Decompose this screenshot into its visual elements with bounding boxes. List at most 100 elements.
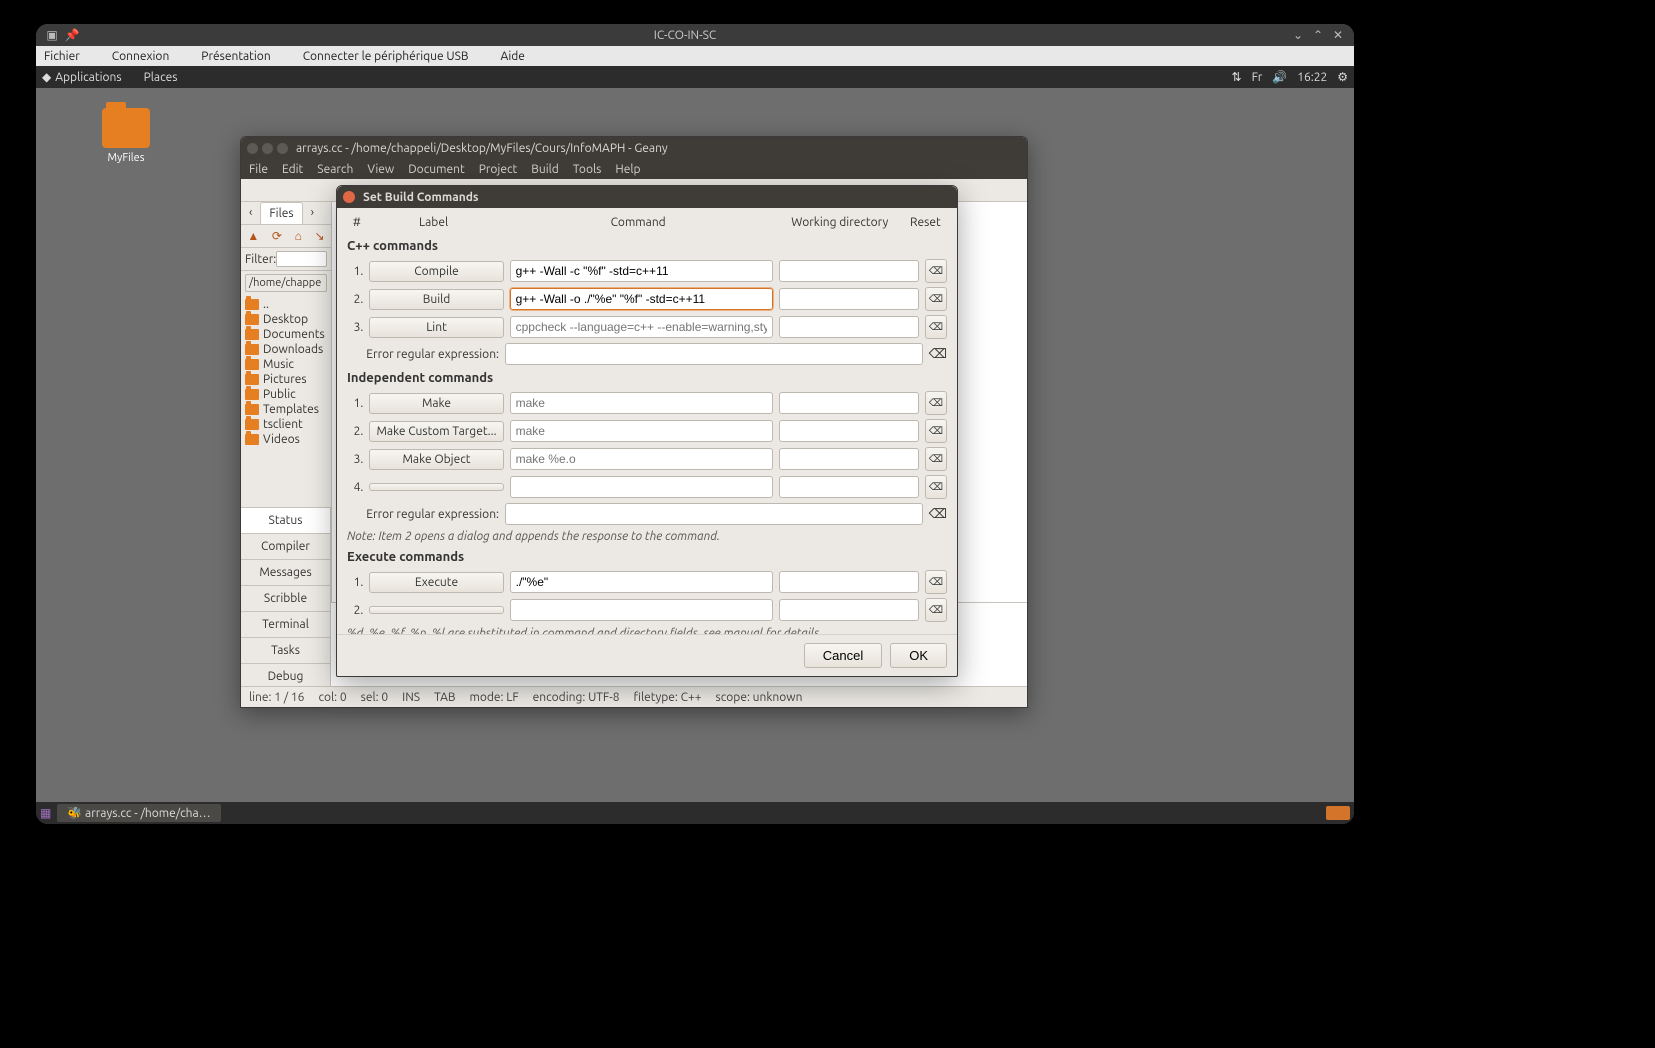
tree-item[interactable]: Downloads — [245, 342, 327, 357]
places-menu[interactable]: Places — [140, 71, 182, 84]
show-desktop-icon[interactable]: ▦ — [40, 806, 51, 820]
lint-command-input[interactable] — [510, 316, 773, 338]
maximize-icon[interactable]: ⌃ — [1310, 27, 1326, 43]
compile-reset-button[interactable]: ⌫ — [925, 259, 947, 283]
close-dot-icon[interactable] — [247, 143, 258, 154]
menu-project[interactable]: Project — [479, 163, 518, 176]
sidebar-path[interactable]: /home/chappe — [245, 274, 327, 292]
cpp-error-reset-button[interactable]: ⌫ — [929, 347, 947, 362]
exec2-command-input[interactable] — [510, 599, 773, 621]
tree-item[interactable]: Public — [245, 387, 327, 402]
tab-left[interactable]: ‹ — [241, 202, 260, 224]
make-object-reset-button[interactable]: ⌫ — [925, 447, 947, 471]
dialog-close-icon[interactable] — [343, 191, 355, 203]
minimize-icon[interactable]: ⌄ — [1290, 27, 1306, 43]
tree-item[interactable]: Desktop — [245, 312, 327, 327]
make-wd-input[interactable] — [779, 392, 919, 414]
menu-aide[interactable]: Aide — [501, 50, 541, 63]
exec2-wd-input[interactable] — [779, 599, 919, 621]
compile-command-input[interactable] — [510, 260, 773, 282]
compile-wd-input[interactable] — [779, 260, 919, 282]
tab-scribble[interactable]: Scribble — [241, 585, 330, 611]
menu-usb[interactable]: Connecter le périphérique USB — [303, 50, 485, 63]
make-custom-button[interactable]: Make Custom Target... — [369, 421, 503, 442]
tab-messages[interactable]: Messages — [241, 559, 330, 585]
up-icon[interactable]: ▲ — [247, 229, 259, 243]
tab-right[interactable]: › — [303, 202, 322, 224]
dialog-titlebar[interactable]: Set Build Commands — [337, 186, 957, 208]
make-button[interactable]: Make — [369, 393, 503, 414]
menu-document[interactable]: Document — [408, 163, 464, 176]
menu-view[interactable]: View — [367, 163, 394, 176]
refresh-icon[interactable]: ⟳ — [272, 229, 282, 243]
close-icon[interactable]: ✕ — [1330, 27, 1346, 43]
applications-menu[interactable]: Applications — [51, 71, 125, 84]
min-dot-icon[interactable] — [262, 143, 273, 154]
menu-fichier[interactable]: Fichier — [44, 50, 96, 63]
tab-status[interactable]: Status — [241, 507, 330, 533]
build-button[interactable]: Build — [369, 289, 503, 310]
keyboard-layout[interactable]: Fr — [1252, 71, 1263, 84]
execute-wd-input[interactable] — [779, 571, 919, 593]
cancel-button[interactable]: Cancel — [804, 643, 882, 668]
panel-icon[interactable]: ◆ — [42, 70, 51, 84]
cpp-error-regex-input[interactable] — [505, 343, 923, 365]
tab-tasks[interactable]: Tasks — [241, 637, 330, 663]
pin-icon[interactable]: 📌 — [64, 27, 80, 43]
make-custom-command-input[interactable] — [510, 420, 773, 442]
make-custom-wd-input[interactable] — [779, 420, 919, 442]
tree-item[interactable]: Music — [245, 357, 327, 372]
menu-search[interactable]: Search — [317, 163, 353, 176]
workspace-switcher[interactable] — [1326, 806, 1350, 820]
make-reset-button[interactable]: ⌫ — [925, 391, 947, 415]
ind4-reset-button[interactable]: ⌫ — [925, 475, 947, 499]
jump-icon[interactable]: ↘ — [315, 229, 325, 243]
build-reset-button[interactable]: ⌫ — [925, 287, 947, 311]
ind4-command-input[interactable] — [510, 476, 773, 498]
menu-file[interactable]: File — [249, 163, 268, 176]
execute-reset-button[interactable]: ⌫ — [925, 570, 947, 594]
filter-input[interactable] — [276, 251, 327, 267]
home-icon[interactable]: ⌂ — [295, 229, 302, 243]
ind4-wd-input[interactable] — [779, 476, 919, 498]
volume-icon[interactable]: 🔊 — [1272, 70, 1287, 84]
ind-error-regex-input[interactable] — [505, 503, 923, 525]
tab-compiler[interactable]: Compiler — [241, 533, 330, 559]
make-object-command-input[interactable] — [510, 448, 773, 470]
taskbar-item-geany[interactable]: 🐝 arrays.cc - /home/cha… — [57, 804, 220, 822]
tree-item[interactable]: Documents — [245, 327, 327, 342]
desktop[interactable]: MyFiles arrays.cc - /home/chappeli/Deskt… — [36, 88, 1354, 804]
ok-button[interactable]: OK — [890, 643, 947, 668]
menu-edit[interactable]: Edit — [282, 163, 303, 176]
network-icon[interactable]: ⇅ — [1232, 70, 1242, 84]
build-command-input[interactable] — [510, 288, 773, 310]
ind4-button[interactable] — [369, 483, 503, 491]
menu-build[interactable]: Build — [531, 163, 559, 176]
geany-titlebar[interactable]: arrays.cc - /home/chappeli/Desktop/MyFil… — [241, 137, 1027, 159]
desktop-folder-myfiles[interactable]: MyFiles — [90, 108, 162, 164]
lint-reset-button[interactable]: ⌫ — [925, 315, 947, 339]
make-command-input[interactable] — [510, 392, 773, 414]
tab-files[interactable]: Files — [260, 202, 302, 224]
execute-command-input[interactable] — [510, 571, 773, 593]
make-custom-reset-button[interactable]: ⌫ — [925, 419, 947, 443]
menu-connexion[interactable]: Connexion — [112, 50, 186, 63]
menu-presentation[interactable]: Présentation — [201, 50, 286, 63]
tree-item[interactable]: .. — [245, 297, 327, 312]
lint-wd-input[interactable] — [779, 316, 919, 338]
menu-help[interactable]: Help — [615, 163, 640, 176]
tree-item[interactable]: Pictures — [245, 372, 327, 387]
exec2-button[interactable] — [369, 606, 503, 614]
lint-button[interactable]: Lint — [369, 317, 503, 338]
ind-error-reset-button[interactable]: ⌫ — [929, 507, 947, 522]
exec2-reset-button[interactable]: ⌫ — [925, 598, 947, 622]
build-wd-input[interactable] — [779, 288, 919, 310]
execute-button[interactable]: Execute — [369, 572, 503, 593]
tree-item[interactable]: Templates — [245, 402, 327, 417]
tree-item[interactable]: tsclient — [245, 417, 327, 432]
make-object-wd-input[interactable] — [779, 448, 919, 470]
clock[interactable]: 16:22 — [1297, 71, 1327, 84]
menu-tools[interactable]: Tools — [573, 163, 602, 176]
make-object-button[interactable]: Make Object — [369, 449, 503, 470]
tree-item[interactable]: Videos — [245, 432, 327, 447]
